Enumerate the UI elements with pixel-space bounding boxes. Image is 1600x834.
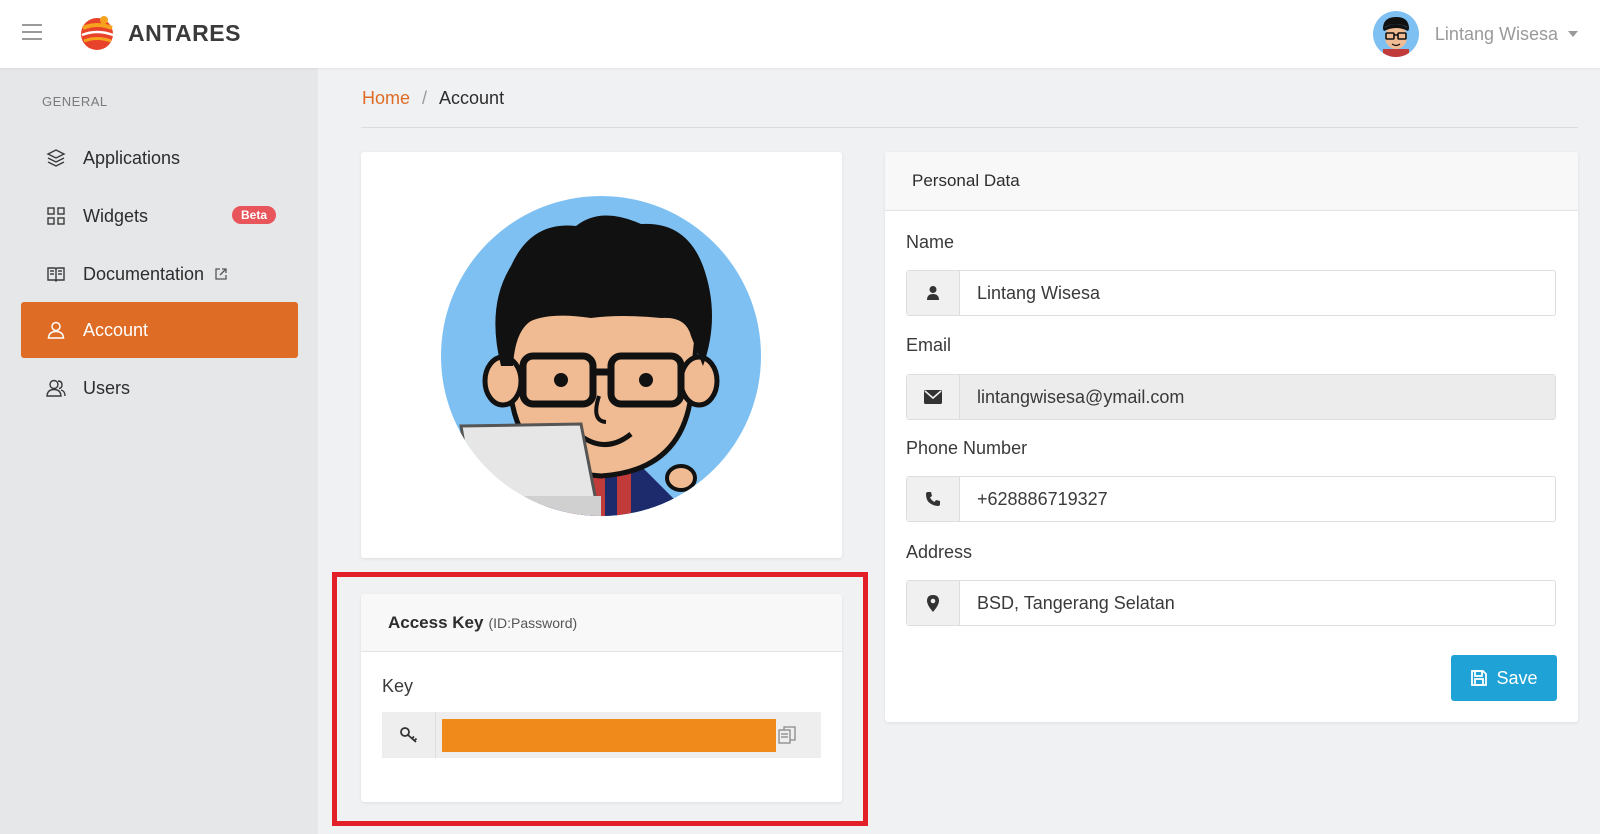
- user-icon: [907, 271, 960, 315]
- top-bar: ANTARES Lintang Wisesa: [0, 0, 1600, 68]
- sidebar-item-applications[interactable]: Applications: [21, 130, 298, 186]
- sidebar-item-label: Applications: [83, 147, 181, 168]
- personal-data-card: Personal Data Name Lintang Wisesa Email …: [885, 152, 1578, 722]
- sidebar-section-label: GENERAL: [42, 94, 108, 109]
- breadcrumb-current: Account: [439, 88, 505, 108]
- external-link-icon: [214, 267, 228, 281]
- profile-photo[interactable]: [441, 196, 761, 516]
- breadcrumb: Home / Account: [362, 88, 504, 109]
- menu-toggle-icon[interactable]: [22, 24, 42, 42]
- user-icon: [45, 319, 67, 341]
- name-label: Name: [906, 232, 955, 252]
- user-name: Lintang Wisesa: [1434, 23, 1558, 44]
- envelope-icon: [907, 375, 960, 419]
- name-field[interactable]: Lintang Wisesa: [906, 270, 1556, 316]
- sidebar-item-widgets[interactable]: Widgets Beta: [21, 188, 298, 244]
- profile-photo-card: [361, 152, 842, 558]
- phone-icon: [907, 477, 960, 521]
- book-icon: [45, 263, 67, 285]
- sidebar-item-label: Users: [83, 377, 131, 398]
- sidebar: GENERAL Applications Widgets Beta Docume…: [0, 68, 318, 834]
- address-label: Address: [906, 542, 973, 562]
- chevron-down-icon: [1568, 31, 1578, 37]
- phone-field[interactable]: +628886719327: [906, 476, 1556, 522]
- floppy-disk-icon: [1471, 670, 1488, 686]
- phone-label: Phone Number: [906, 438, 1028, 458]
- map-marker-icon: [907, 581, 960, 625]
- save-button[interactable]: Save: [1451, 655, 1557, 701]
- user-menu[interactable]: Lintang Wisesa: [1372, 10, 1578, 58]
- save-button-label: Save: [1496, 667, 1538, 688]
- sidebar-item-label: Widgets: [83, 205, 149, 226]
- sidebar-item-users[interactable]: Users: [21, 360, 298, 416]
- email-field[interactable]: lintangwisesa@ymail.com: [906, 374, 1556, 420]
- email-input[interactable]: lintangwisesa@ymail.com: [960, 375, 1555, 419]
- sidebar-item-label: Documentation: [83, 263, 205, 284]
- users-icon: [45, 377, 67, 399]
- layers-icon: [45, 147, 67, 169]
- address-field[interactable]: BSD, Tangerang Selatan: [906, 580, 1556, 626]
- sidebar-item-label: Account: [83, 319, 149, 340]
- personal-data-header: Personal Data: [885, 152, 1578, 211]
- name-input[interactable]: Lintang Wisesa: [960, 271, 1555, 315]
- brand-name[interactable]: ANTARES: [128, 20, 241, 47]
- antares-logo-icon[interactable]: [78, 14, 116, 52]
- personal-data-title: Personal Data: [912, 171, 1020, 190]
- phone-input[interactable]: +628886719327: [960, 477, 1555, 521]
- address-input[interactable]: BSD, Tangerang Selatan: [960, 581, 1555, 625]
- sidebar-item-documentation[interactable]: Documentation: [21, 246, 298, 302]
- grid-icon: [45, 205, 67, 227]
- breadcrumb-home-link[interactable]: Home: [362, 88, 410, 109]
- email-label: Email: [906, 335, 952, 355]
- avatar: [1372, 11, 1419, 57]
- beta-badge: Beta: [231, 206, 276, 224]
- highlight-annotation-box: [332, 572, 868, 826]
- sidebar-item-account[interactable]: Account: [21, 302, 298, 358]
- divider: [361, 127, 1578, 128]
- breadcrumb-separator: /: [422, 88, 428, 108]
